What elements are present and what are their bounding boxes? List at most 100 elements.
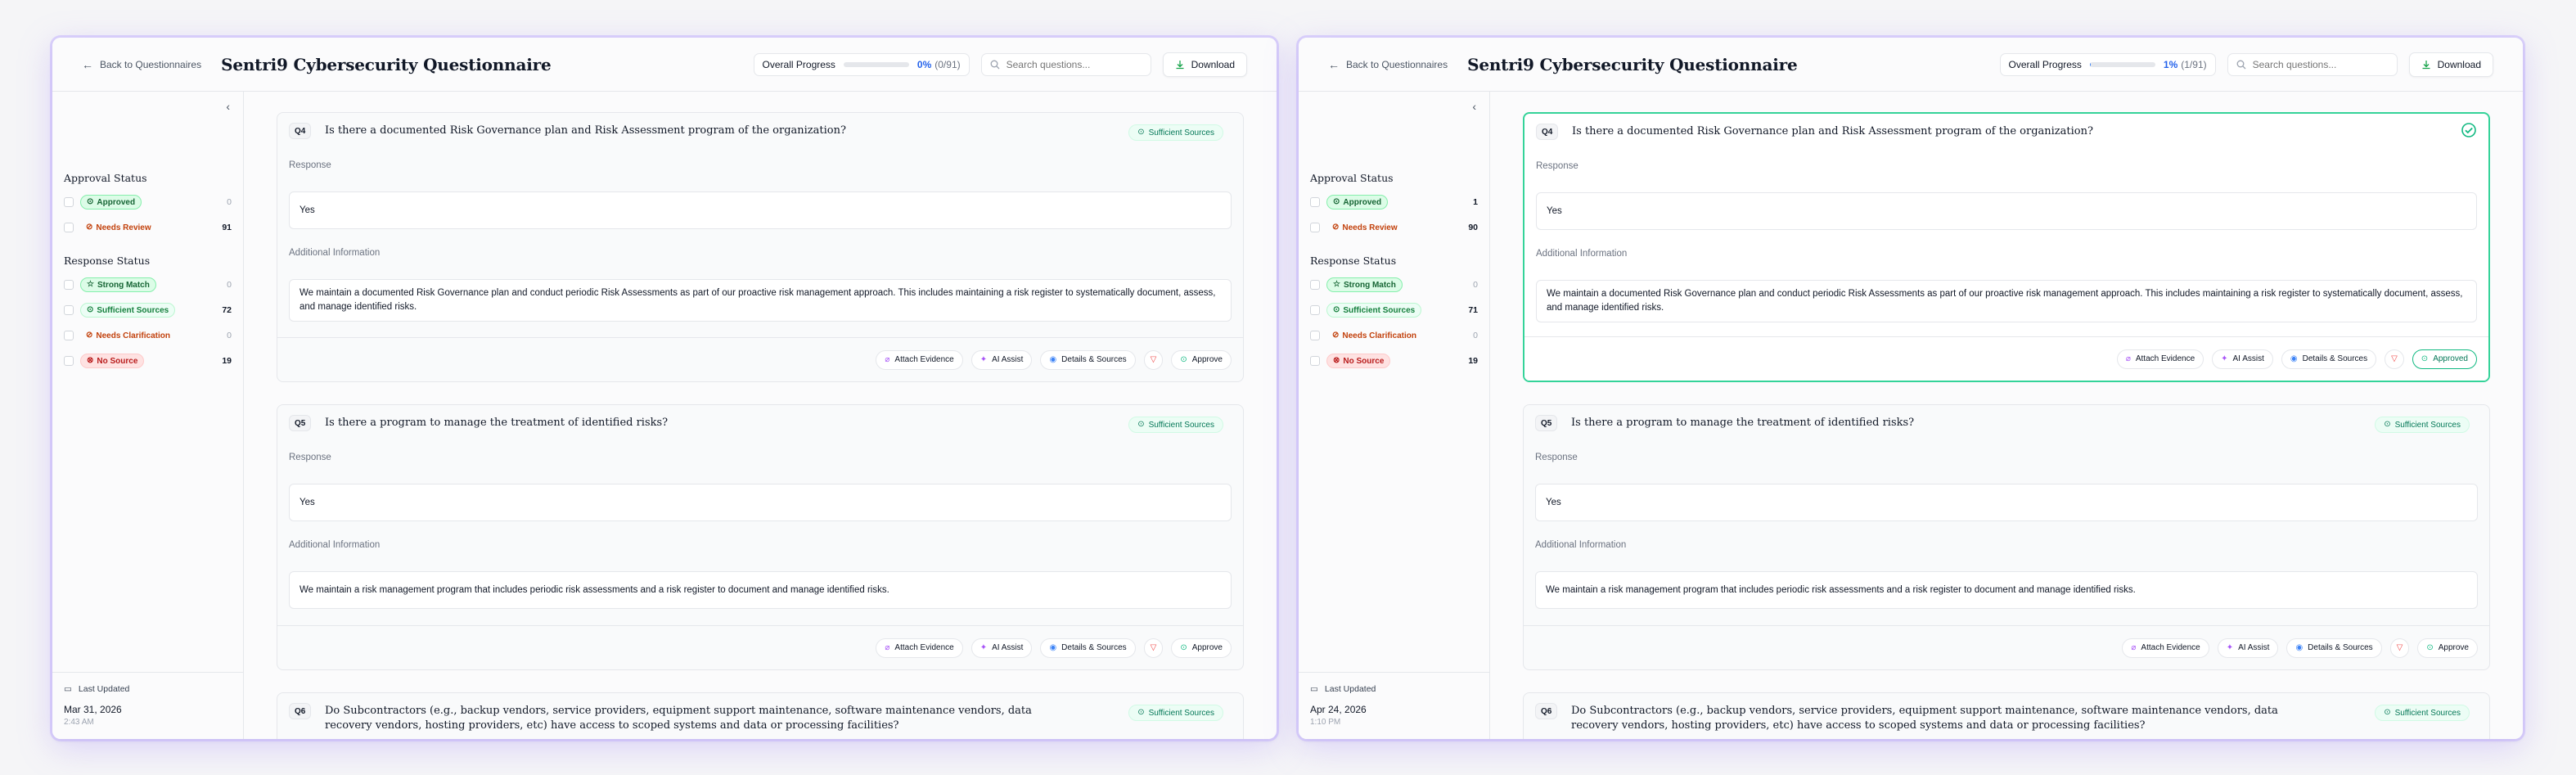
filter-needs-clarification[interactable]: ⊘ Needs Clarification 0 xyxy=(1310,327,1478,344)
source-status-badge: ⊙ Sufficient Sources xyxy=(1128,417,1223,433)
eye-icon: ◉ xyxy=(2295,642,2304,652)
attach-evidence-button[interactable]: ⌀ Attach Evidence xyxy=(876,349,963,370)
checkbox[interactable] xyxy=(1310,197,1320,207)
attach-evidence-button[interactable]: ⌀ Attach Evidence xyxy=(2122,638,2209,658)
response-label: Response xyxy=(1536,161,1578,171)
strong-match-label: Strong Match xyxy=(97,280,150,290)
filter-strong-match[interactable]: ☆ Strong Match 0 xyxy=(1310,277,1478,293)
additional-info-field[interactable]: We maintain a documented Risk Governance… xyxy=(1536,280,2477,322)
check-circle-icon: ⊙ xyxy=(1180,642,1187,652)
filter-needs-clarification[interactable]: ⊘ Needs Clarification 0 xyxy=(64,327,232,344)
checkbox[interactable] xyxy=(1310,331,1320,340)
screenshot-stage: ← Back to Questionnaires Sentri9 Cyberse… xyxy=(0,0,2576,775)
checkbox[interactable] xyxy=(1310,356,1320,366)
question-text: Do Subcontractors (e.g., backup vendors,… xyxy=(325,705,1032,732)
details-sources-button[interactable]: ◉ Details & Sources xyxy=(2286,638,2382,658)
download-button[interactable]: Download xyxy=(2408,52,2493,77)
filter-sufficient-sources[interactable]: ⊙ Sufficient Sources 72 xyxy=(64,302,232,318)
questionnaire-window-after: ← Back to Questionnaires Sentri9 Cyberse… xyxy=(1299,38,2523,739)
back-to-questionnaires-link[interactable]: ← Back to Questionnaires xyxy=(1328,59,1448,70)
thumbs-down-button[interactable]: ▽ xyxy=(2389,638,2410,658)
overall-progress: Overall Progress 0% (0/91) xyxy=(753,52,970,76)
progress-label: Overall Progress xyxy=(2008,58,2082,70)
checkbox[interactable] xyxy=(64,223,74,232)
additional-info-label: Additional Information xyxy=(289,540,381,550)
filter-approved[interactable]: ⊙ Approved 0 xyxy=(64,194,232,210)
filter-strong-match[interactable]: ☆ Strong Match 0 xyxy=(64,277,232,293)
checkbox[interactable] xyxy=(64,305,74,315)
approved-button[interactable]: ⊙ Approved xyxy=(2412,349,2477,369)
additional-info-label: Additional Information xyxy=(1535,540,1627,550)
ai-assist-button[interactable]: ✦ AI Assist xyxy=(2217,638,2279,658)
approved-count: 1 xyxy=(1473,197,1478,207)
search-box[interactable] xyxy=(2227,52,2398,76)
filter-sufficient-sources[interactable]: ⊙ Sufficient Sources 71 xyxy=(1310,302,1478,318)
checkbox[interactable] xyxy=(1310,305,1320,315)
search-input[interactable] xyxy=(2252,58,2384,70)
response-field[interactable]: Yes xyxy=(289,484,1232,521)
needs-review-label: Needs Review xyxy=(1342,223,1398,232)
details-sources-button[interactable]: ◉ Details & Sources xyxy=(1040,638,1136,658)
ai-assist-button[interactable]: ✦ AI Assist xyxy=(2212,349,2273,369)
needs-clarification-label: Needs Clarification xyxy=(1342,331,1416,340)
download-button[interactable]: Download xyxy=(1162,52,1247,77)
ai-assist-button[interactable]: ✦ AI Assist xyxy=(971,349,1033,370)
filter-needs-review[interactable]: ⊘ Needs Review 91 xyxy=(64,219,232,236)
strong-match-label: Strong Match xyxy=(1343,280,1396,290)
response-field[interactable]: Yes xyxy=(1536,192,2477,230)
star-icon: ☆ xyxy=(1333,280,1340,289)
search-box[interactable] xyxy=(980,52,1151,76)
approve-button[interactable]: ⊙ Approve xyxy=(2417,638,2478,658)
filter-no-source[interactable]: ⊗ No Source 19 xyxy=(64,353,232,369)
attach-evidence-button[interactable]: ⌀ Attach Evidence xyxy=(2116,349,2204,369)
check-circle-icon: ⊙ xyxy=(1137,128,1145,137)
checkbox[interactable] xyxy=(64,356,74,366)
approve-button[interactable]: ⊙ Approve xyxy=(1171,638,1232,658)
filter-approved[interactable]: ⊙ Approved 1 xyxy=(1310,194,1478,210)
filter-no-source[interactable]: ⊗ No Source 19 xyxy=(1310,353,1478,369)
star-icon: ☆ xyxy=(87,280,94,289)
filter-needs-review[interactable]: ⊘ Needs Review 90 xyxy=(1310,219,1478,236)
last-updated-label: Last Updated xyxy=(78,684,130,694)
response-field[interactable]: Yes xyxy=(289,191,1232,229)
thumbs-down-button[interactable]: ▽ xyxy=(2385,349,2404,369)
details-sources-label: Details & Sources xyxy=(2308,643,2373,652)
approve-button[interactable]: ⊙ Approve xyxy=(1171,349,1232,370)
question-card-q4: Q4 Is there a documented Risk Governance… xyxy=(1523,112,2490,382)
checkbox[interactable] xyxy=(1310,280,1320,290)
details-sources-label: Details & Sources xyxy=(1061,643,1127,652)
needs-clarification-badge: ⊘ Needs Clarification xyxy=(1326,328,1422,343)
chevron-left-icon[interactable]: ‹ xyxy=(226,100,230,113)
source-status-label: Sufficient Sources xyxy=(2394,420,2461,430)
attach-evidence-button[interactable]: ⌀ Attach Evidence xyxy=(876,638,963,658)
search-input[interactable] xyxy=(1006,58,1137,70)
chevron-left-icon[interactable]: ‹ xyxy=(1472,100,1476,113)
additional-info-field[interactable]: We maintain a documented Risk Governance… xyxy=(289,279,1232,322)
details-sources-button[interactable]: ◉ Details & Sources xyxy=(1040,349,1136,370)
download-label: Download xyxy=(2437,58,2481,70)
question-card-q4: Q4 Is there a documented Risk Governance… xyxy=(277,112,1244,382)
x-circle-icon: ⊗ xyxy=(1333,356,1340,365)
question-card-q5: Q5 Is there a program to manage the trea… xyxy=(1523,404,2490,670)
additional-info-field[interactable]: We maintain a risk management program th… xyxy=(1535,571,2478,609)
checkbox[interactable] xyxy=(64,197,74,207)
thumbs-down-button[interactable]: ▽ xyxy=(1143,349,1164,370)
details-sources-button[interactable]: ◉ Details & Sources xyxy=(2281,349,2377,369)
download-label: Download xyxy=(1191,58,1235,70)
checkbox[interactable] xyxy=(64,280,74,290)
thumbs-down-button[interactable]: ▽ xyxy=(1143,638,1164,658)
additional-info-field[interactable]: We maintain a risk management program th… xyxy=(289,571,1232,609)
checkbox[interactable] xyxy=(64,331,74,340)
back-to-questionnaires-link[interactable]: ← Back to Questionnaires xyxy=(82,59,201,70)
approved-label: Approved xyxy=(1343,197,1382,207)
question-number: Q4 xyxy=(289,123,312,139)
checkbox[interactable] xyxy=(1310,223,1320,232)
source-status-badge: ⊙ Sufficient Sources xyxy=(1128,705,1223,721)
question-number: Q5 xyxy=(289,415,312,431)
sufficient-sources-badge: ⊙ Sufficient Sources xyxy=(80,303,176,318)
no-source-count: 19 xyxy=(222,356,232,366)
ai-assist-button[interactable]: ✦ AI Assist xyxy=(971,638,1033,658)
questionnaire-window-before: ← Back to Questionnaires Sentri9 Cyberse… xyxy=(52,38,1277,739)
needs-clarification-count: 0 xyxy=(1473,331,1478,340)
response-field[interactable]: Yes xyxy=(1535,484,2478,521)
